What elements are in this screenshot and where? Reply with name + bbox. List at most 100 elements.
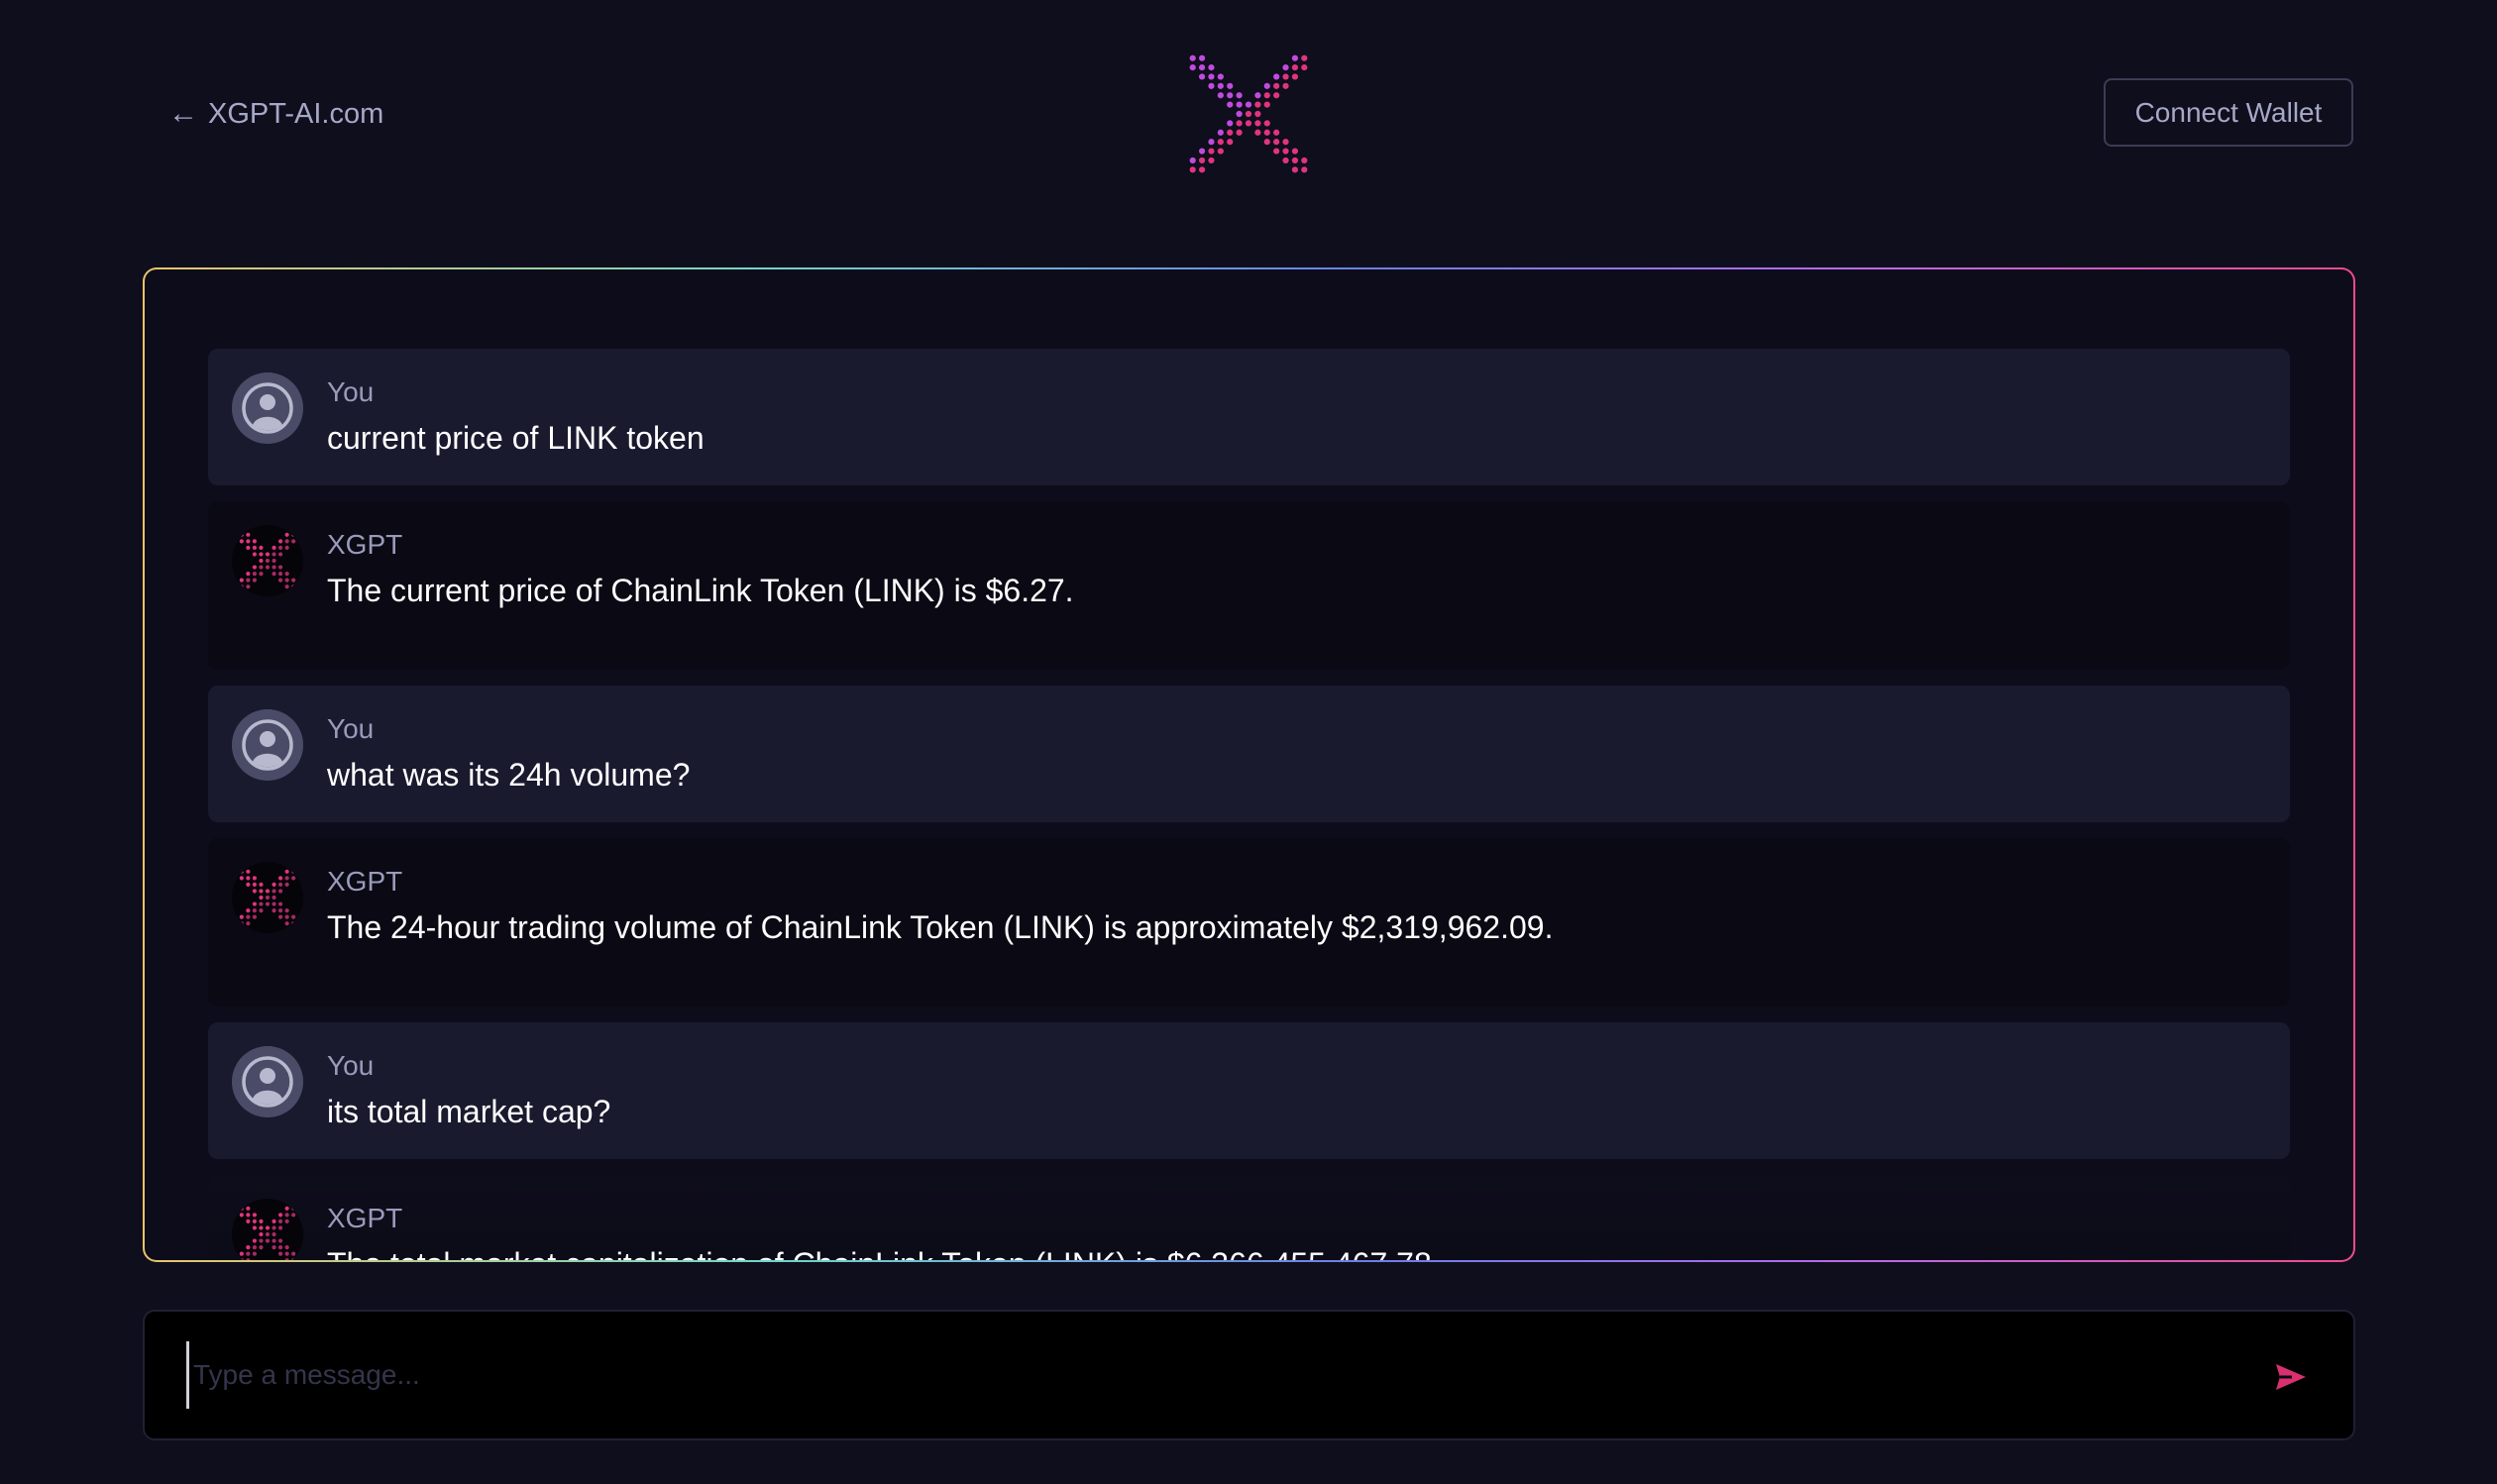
logo-dot bbox=[1198, 157, 1206, 164]
logo-dot bbox=[233, 526, 238, 531]
message-text: The current price of ChainLink Token (LI… bbox=[327, 573, 1074, 608]
logo-dot bbox=[1282, 139, 1289, 146]
logo-dot bbox=[271, 1225, 276, 1230]
message-bot: XGPT The total market capitalization of … bbox=[208, 1175, 2290, 1260]
logo-dot bbox=[1245, 120, 1252, 127]
logo-dot bbox=[1263, 92, 1270, 99]
message-text: The 24-hour trading volume of ChainLink … bbox=[327, 909, 1554, 945]
logo-dot bbox=[277, 907, 283, 913]
logo-dot bbox=[1291, 63, 1299, 71]
sender-name: XGPT bbox=[327, 1203, 403, 1233]
logo-dot bbox=[252, 882, 258, 888]
logo-dot bbox=[246, 539, 251, 544]
logo-dot bbox=[271, 565, 276, 570]
logo-dot bbox=[1227, 92, 1234, 99]
logo-dot bbox=[271, 1219, 276, 1224]
back-to-site-link[interactable]: ← XGPT-AI.com bbox=[168, 93, 383, 135]
chat-scroll-area[interactable]: You current price of LINK token XGPT The… bbox=[145, 269, 2353, 1260]
logo-dot bbox=[265, 895, 271, 901]
message-text: what was its 24h volume? bbox=[327, 757, 691, 793]
logo-dot bbox=[277, 889, 283, 894]
logo-dot bbox=[1254, 110, 1261, 118]
logo-dot bbox=[246, 869, 251, 874]
logo-dot bbox=[277, 882, 283, 888]
logo-dot bbox=[252, 1251, 258, 1256]
chat-panel: You current price of LINK token XGPT The… bbox=[143, 267, 2355, 1262]
logo-dot bbox=[252, 907, 258, 913]
logo-dot bbox=[277, 1213, 283, 1218]
message-input[interactable] bbox=[186, 1341, 2208, 1409]
logo-dot bbox=[1198, 166, 1206, 173]
logo-dot bbox=[239, 1200, 244, 1205]
logo-dot bbox=[259, 1231, 264, 1237]
logo-dot bbox=[1301, 157, 1308, 164]
logo-dot bbox=[1273, 148, 1280, 155]
logo-dot bbox=[239, 914, 244, 919]
logo-dot bbox=[252, 876, 258, 881]
logo-dot bbox=[271, 545, 276, 551]
logo-dot bbox=[252, 539, 258, 544]
logo-dot bbox=[1198, 54, 1206, 61]
logo-dot bbox=[291, 927, 296, 932]
logo-dot bbox=[259, 1225, 264, 1230]
logo-dot bbox=[265, 1238, 271, 1243]
message-user: You current price of LINK token bbox=[208, 349, 2290, 485]
logo-dot bbox=[265, 901, 271, 906]
logo-dot bbox=[1282, 73, 1289, 80]
logo-dot bbox=[259, 889, 264, 894]
logo-dot bbox=[1198, 148, 1206, 155]
logo-dot bbox=[297, 863, 302, 868]
logo-dot bbox=[1217, 92, 1224, 99]
logo-dot bbox=[246, 921, 251, 926]
logo-dot bbox=[239, 1258, 244, 1260]
logo-dot bbox=[271, 895, 276, 901]
logo-dot bbox=[277, 565, 283, 570]
logo-dot bbox=[252, 1244, 258, 1250]
logo-dot bbox=[1301, 166, 1308, 173]
logo-dot bbox=[259, 1244, 264, 1250]
logo-dot bbox=[246, 584, 251, 589]
logo-dot bbox=[291, 532, 296, 537]
logo-dot bbox=[1254, 101, 1261, 108]
logo-dot bbox=[284, 882, 289, 888]
logo-dot bbox=[252, 571, 258, 577]
logo-dot bbox=[233, 532, 238, 537]
logo-dot bbox=[233, 921, 238, 926]
logo-dot bbox=[297, 1258, 302, 1260]
logo-dot bbox=[277, 1225, 283, 1230]
sender-name: XGPT bbox=[327, 866, 403, 897]
logo-dot bbox=[271, 889, 276, 894]
logo-dot bbox=[1189, 166, 1196, 173]
logo-dot bbox=[1301, 63, 1308, 71]
logo-dot bbox=[239, 578, 244, 583]
connect-wallet-button[interactable]: Connect Wallet bbox=[2104, 78, 2353, 147]
sender-name: You bbox=[327, 713, 375, 744]
logo-dot bbox=[1254, 92, 1261, 99]
logo-dot bbox=[259, 907, 264, 913]
logo-dot bbox=[291, 863, 296, 868]
logo-dot bbox=[297, 590, 302, 595]
send-button[interactable] bbox=[2267, 1353, 2315, 1401]
logo-dot bbox=[277, 571, 283, 577]
message-text: its total market cap? bbox=[327, 1094, 611, 1129]
logo-dot bbox=[259, 1238, 264, 1243]
logo-dot bbox=[1208, 148, 1215, 155]
logo-dot bbox=[271, 1238, 276, 1243]
sender-name: XGPT bbox=[327, 529, 403, 560]
logo-dot bbox=[1236, 110, 1243, 118]
logo-dot bbox=[271, 882, 276, 888]
logo-dot bbox=[252, 545, 258, 551]
logo-dot bbox=[246, 914, 251, 919]
logo-dot bbox=[239, 1206, 244, 1211]
sender-name: You bbox=[327, 1050, 375, 1081]
logo-dot bbox=[1291, 148, 1299, 155]
logo-dot bbox=[284, 914, 289, 919]
logo-dot bbox=[284, 532, 289, 537]
logo-dot bbox=[271, 901, 276, 906]
logo-dot bbox=[239, 590, 244, 595]
logo-dot bbox=[284, 1213, 289, 1218]
logo-dot bbox=[239, 539, 244, 544]
logo-dot bbox=[252, 901, 258, 906]
logo-dot bbox=[259, 895, 264, 901]
logo-dot bbox=[1245, 101, 1252, 108]
